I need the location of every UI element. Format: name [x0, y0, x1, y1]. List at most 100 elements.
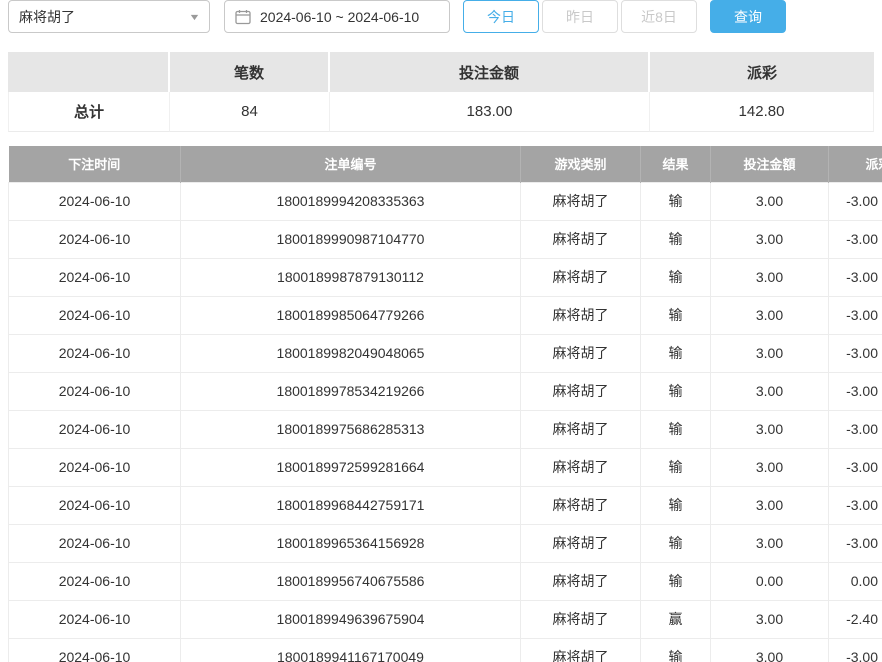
- table-row: 2024-06-10 1800189941167170049 麻将胡了 输 3.…: [9, 638, 882, 662]
- cell-result: 输: [641, 182, 711, 220]
- cell-bet-amount: 3.00: [711, 182, 829, 220]
- cell-game-type: 麻将胡了: [521, 486, 641, 524]
- cell-payout: -3.00: [829, 410, 882, 448]
- summary-total-label: 总计: [8, 92, 170, 132]
- cell-game-type: 麻将胡了: [521, 296, 641, 334]
- date-range-picker[interactable]: 2024-06-10 ~ 2024-06-10: [224, 0, 450, 33]
- cell-order-number: 1800189994208335363: [181, 182, 521, 220]
- cell-bet-amount: 3.00: [711, 600, 829, 638]
- summary-header-count: 笔数: [170, 52, 330, 92]
- yesterday-button[interactable]: 昨日: [542, 0, 618, 33]
- cell-result: 输: [641, 486, 711, 524]
- summary-header-payout: 派彩: [650, 52, 874, 92]
- cell-game-type: 麻将胡了: [521, 334, 641, 372]
- cell-game-type: 麻将胡了: [521, 562, 641, 600]
- cell-result: 输: [641, 638, 711, 662]
- cell-result: 输: [641, 448, 711, 486]
- cell-bet-time: 2024-06-10: [9, 600, 181, 638]
- col-header-bet-time: 下注时间: [9, 146, 181, 182]
- cell-game-type: 麻将胡了: [521, 600, 641, 638]
- cell-bet-time: 2024-06-10: [9, 410, 181, 448]
- cell-result: 赢: [641, 600, 711, 638]
- cell-bet-amount: 3.00: [711, 486, 829, 524]
- cell-order-number: 1800189978534219266: [181, 372, 521, 410]
- table-row: 2024-06-10 1800189965364156928 麻将胡了 输 3.…: [9, 524, 882, 562]
- cell-game-type: 麻将胡了: [521, 220, 641, 258]
- cell-payout: -2.40: [829, 600, 882, 638]
- table-row: 2024-06-10 1800189972599281664 麻将胡了 输 3.…: [9, 448, 882, 486]
- cell-bet-amount: 3.00: [711, 410, 829, 448]
- summary-header-bet-amount: 投注金额: [330, 52, 650, 92]
- table-row: 2024-06-10 1800189985064779266 麻将胡了 输 3.…: [9, 296, 882, 334]
- cell-order-number: 1800189990987104770: [181, 220, 521, 258]
- summary-total-bet-amount: 183.00: [330, 92, 650, 132]
- date-range-value: 2024-06-10 ~ 2024-06-10: [260, 9, 419, 25]
- cell-bet-time: 2024-06-10: [9, 258, 181, 296]
- cell-bet-amount: 0.00: [711, 562, 829, 600]
- cell-bet-time: 2024-06-10: [9, 448, 181, 486]
- cell-order-number: 1800189941167170049: [181, 638, 521, 662]
- summary-total-row: 总计 84 183.00 142.80: [8, 92, 874, 132]
- toolbar: 麻将胡了 ▼ 2024-06-10 ~ 2024-06-10 今日 昨日 近8日…: [0, 0, 882, 34]
- cell-bet-amount: 3.00: [711, 296, 829, 334]
- table-row: 2024-06-10 1800189994208335363 麻将胡了 输 3.…: [9, 182, 882, 220]
- table-row: 2024-06-10 1800189978534219266 麻将胡了 输 3.…: [9, 372, 882, 410]
- col-header-game-type: 游戏类别: [521, 146, 641, 182]
- cell-order-number: 1800189965364156928: [181, 524, 521, 562]
- col-header-bet-amount: 投注金額: [711, 146, 829, 182]
- cell-bet-time: 2024-06-10: [9, 334, 181, 372]
- cell-order-number: 1800189949639675904: [181, 600, 521, 638]
- cell-bet-amount: 3.00: [711, 220, 829, 258]
- cell-order-number: 1800189956740675586: [181, 562, 521, 600]
- col-header-order-number: 注单编号: [181, 146, 521, 182]
- cell-bet-time: 2024-06-10: [9, 638, 181, 662]
- search-button[interactable]: 查询: [710, 0, 786, 33]
- cell-bet-amount: 3.00: [711, 524, 829, 562]
- records-table-container: 下注时间 注单编号 游戏类别 结果 投注金額 派彩 2024-06-10 180…: [8, 146, 882, 662]
- cell-payout: -3.00: [829, 524, 882, 562]
- cell-bet-time: 2024-06-10: [9, 182, 181, 220]
- cell-payout: -3.00: [829, 258, 882, 296]
- game-select[interactable]: 麻将胡了 ▼: [8, 0, 210, 33]
- cell-payout: -3.00: [829, 220, 882, 258]
- cell-game-type: 麻将胡了: [521, 448, 641, 486]
- cell-bet-time: 2024-06-10: [9, 220, 181, 258]
- chevron-down-icon: ▼: [188, 12, 200, 22]
- cell-game-type: 麻将胡了: [521, 638, 641, 662]
- cell-payout: -3.00: [829, 372, 882, 410]
- cell-order-number: 1800189982049048065: [181, 334, 521, 372]
- summary-total-count: 84: [170, 92, 330, 132]
- cell-bet-time: 2024-06-10: [9, 524, 181, 562]
- table-row: 2024-06-10 1800189987879130112 麻将胡了 输 3.…: [9, 258, 882, 296]
- cell-bet-amount: 3.00: [711, 638, 829, 662]
- cell-bet-amount: 3.00: [711, 372, 829, 410]
- cell-bet-amount: 3.00: [711, 334, 829, 372]
- cell-payout: -3.00: [829, 448, 882, 486]
- today-button[interactable]: 今日: [463, 0, 539, 33]
- cell-bet-amount: 3.00: [711, 448, 829, 486]
- cell-result: 输: [641, 524, 711, 562]
- summary-header-blank: [8, 52, 170, 92]
- table-row: 2024-06-10 1800189968442759171 麻将胡了 输 3.…: [9, 486, 882, 524]
- cell-result: 输: [641, 258, 711, 296]
- cell-payout: -3.00: [829, 334, 882, 372]
- table-row: 2024-06-10 1800189949639675904 麻将胡了 赢 3.…: [9, 600, 882, 638]
- last8days-button[interactable]: 近8日: [621, 0, 697, 33]
- bet-records-table: 下注时间 注单编号 游戏类别 结果 投注金額 派彩 2024-06-10 180…: [8, 146, 882, 662]
- table-row: 2024-06-10 1800189982049048065 麻将胡了 输 3.…: [9, 334, 882, 372]
- cell-game-type: 麻将胡了: [521, 258, 641, 296]
- cell-order-number: 1800189985064779266: [181, 296, 521, 334]
- cell-bet-time: 2024-06-10: [9, 372, 181, 410]
- cell-bet-time: 2024-06-10: [9, 486, 181, 524]
- table-row: 2024-06-10 1800189975686285313 麻将胡了 输 3.…: [9, 410, 882, 448]
- cell-bet-amount: 3.00: [711, 258, 829, 296]
- cell-order-number: 1800189987879130112: [181, 258, 521, 296]
- calendar-icon: [235, 9, 251, 25]
- game-select-value: 麻将胡了: [19, 7, 75, 27]
- summary-table: 笔数 投注金额 派彩 总计 84 183.00 142.80: [8, 52, 874, 132]
- records-tbody: 2024-06-10 1800189994208335363 麻将胡了 输 3.…: [9, 182, 882, 662]
- cell-payout: -3.00: [829, 182, 882, 220]
- summary-header-row: 笔数 投注金额 派彩: [8, 52, 874, 92]
- cell-result: 输: [641, 296, 711, 334]
- cell-result: 输: [641, 372, 711, 410]
